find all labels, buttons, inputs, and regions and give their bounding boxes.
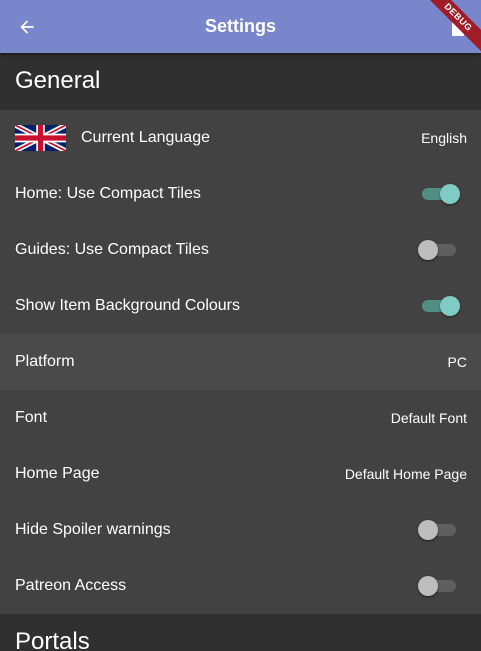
toggle-switch-on[interactable] xyxy=(420,296,460,316)
section-title: Portals xyxy=(15,628,90,651)
setting-label: Patreon Access xyxy=(15,577,127,594)
setting-value: PC xyxy=(447,354,467,370)
section-title: General xyxy=(15,67,101,94)
setting-value: English xyxy=(421,130,467,146)
app-bar: Settings xyxy=(0,0,481,53)
switch-thumb xyxy=(440,184,460,204)
toggle-switch-on[interactable] xyxy=(420,184,460,204)
setting-item-background-colours[interactable]: Show Item Background Colours xyxy=(0,278,481,334)
section-header-general: General xyxy=(0,53,481,110)
toggle-switch-off[interactable] xyxy=(418,520,458,540)
switch-thumb xyxy=(440,296,460,316)
setting-label: Home Page xyxy=(15,465,100,482)
setting-hide-spoiler-warnings[interactable]: Hide Spoiler warnings xyxy=(0,502,481,558)
setting-label: Platform xyxy=(15,353,75,370)
setting-platform[interactable]: Platform PC xyxy=(0,334,481,390)
setting-home-page[interactable]: Home Page Default Home Page xyxy=(0,446,481,502)
toggle-switch-off[interactable] xyxy=(418,240,458,260)
setting-label: Home: Use Compact Tiles xyxy=(15,185,201,202)
setting-label: Font xyxy=(15,409,48,426)
setting-guides-compact-tiles[interactable]: Guides: Use Compact Tiles xyxy=(0,222,481,278)
setting-label: Current Language xyxy=(81,129,210,146)
setting-value: Default Home Page xyxy=(344,466,467,482)
setting-font[interactable]: Font Default Font xyxy=(0,390,481,446)
uk-flag-icon xyxy=(15,125,66,151)
setting-value: Default Font xyxy=(390,410,467,426)
switch-thumb xyxy=(418,576,438,596)
section-header-portals: Portals xyxy=(0,614,481,651)
switch-thumb xyxy=(418,240,438,260)
settings-screen: Settings DEBUG General Current Language … xyxy=(0,0,481,651)
setting-label: Guides: Use Compact Tiles xyxy=(15,241,209,258)
trash-icon[interactable] xyxy=(451,18,465,36)
setting-home-compact-tiles[interactable]: Home: Use Compact Tiles xyxy=(0,166,481,222)
toggle-switch-off[interactable] xyxy=(418,576,458,596)
page-title: Settings xyxy=(204,16,276,36)
general-settings-list: Current Language English Home: Use Compa… xyxy=(0,110,481,614)
setting-current-language[interactable]: Current Language English xyxy=(0,110,481,166)
setting-label: Hide Spoiler warnings xyxy=(15,521,171,538)
switch-thumb xyxy=(418,520,438,540)
setting-patreon-access[interactable]: Patreon Access xyxy=(0,558,481,614)
setting-label: Show Item Background Colours xyxy=(15,297,240,314)
